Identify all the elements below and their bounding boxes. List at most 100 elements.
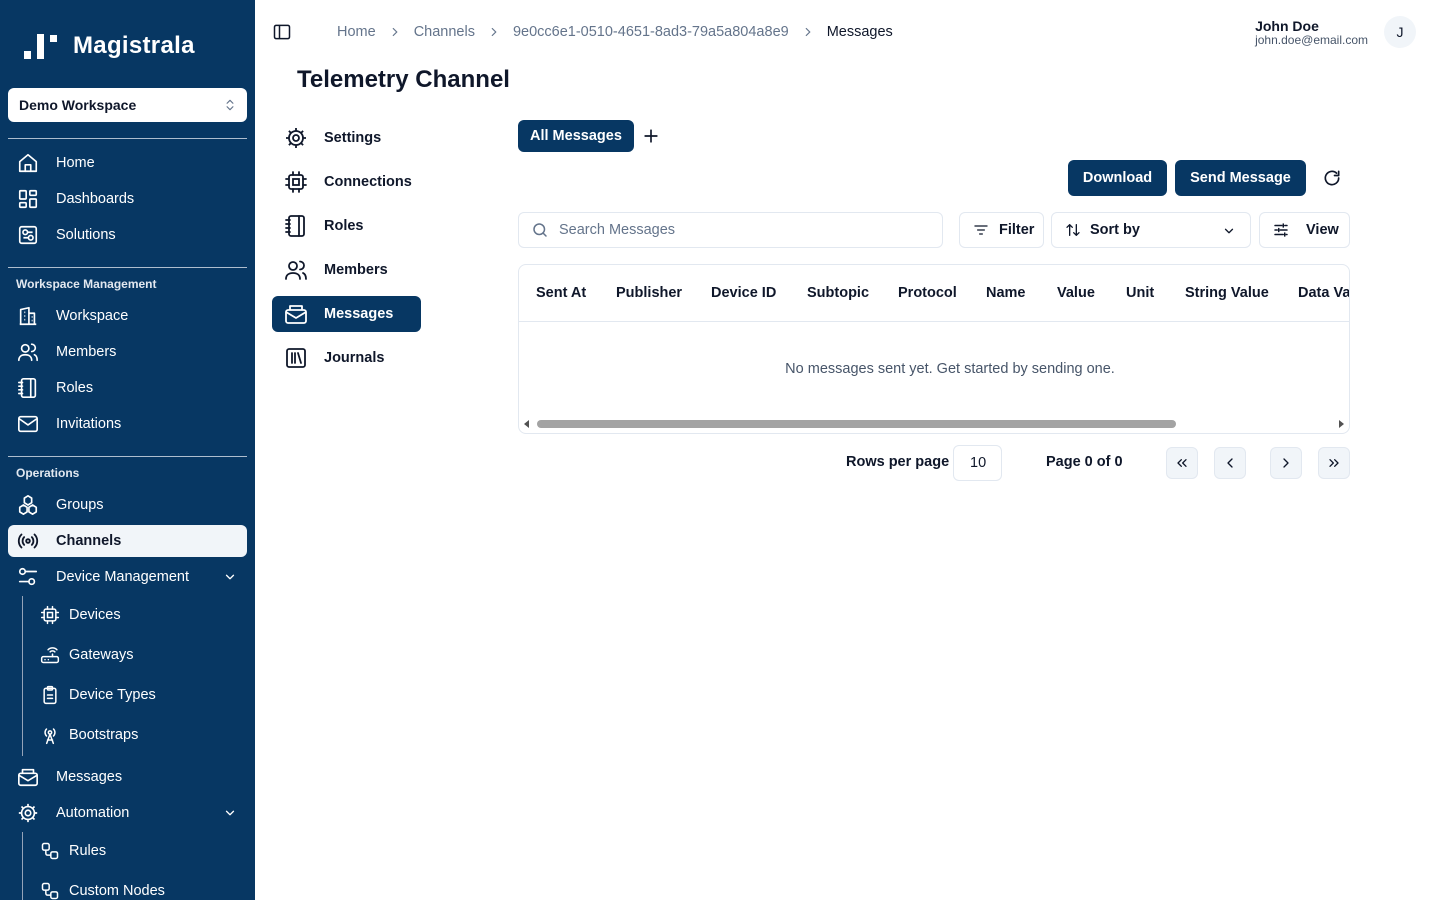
channel-nav-members[interactable]: Members: [272, 252, 421, 288]
chevrons-right-icon: [1326, 455, 1342, 471]
submenu-line: [22, 596, 23, 756]
column-header[interactable]: String Value: [1185, 285, 1269, 301]
cpu-icon: [40, 605, 60, 625]
user-name: John Doe: [1255, 18, 1319, 34]
sidebar-item-members[interactable]: Members: [8, 336, 247, 368]
column-header[interactable]: Device ID: [711, 285, 776, 301]
avatar[interactable]: J: [1384, 16, 1416, 48]
breadcrumb: Home Channels 9e0cc6e1-0510-4651-8ad3-79…: [337, 22, 893, 42]
send-message-button[interactable]: Send Message: [1175, 160, 1306, 196]
chevron-right-icon: [388, 25, 402, 39]
table-header: Sent At Publisher Device ID Subtopic Pro…: [519, 265, 1349, 322]
tab-all-messages[interactable]: All Messages: [518, 120, 634, 152]
sidebar-subitem-custom-nodes[interactable]: Custom Nodes: [32, 875, 247, 900]
arrow-up-down-icon: [1065, 222, 1081, 238]
sidebar-subitem-device-types[interactable]: Device Types: [32, 679, 247, 711]
chevron-left-icon: [1222, 455, 1238, 471]
sidebar-item-label: Workspace: [56, 308, 129, 324]
channel-nav-label: Settings: [324, 130, 382, 146]
channel-nav-messages[interactable]: Messages: [272, 296, 421, 332]
sidebar-subitem-devices[interactable]: Devices: [32, 599, 247, 631]
workspace-selector-label: Demo Workspace: [19, 97, 137, 113]
channel-nav-label: Members: [324, 262, 388, 278]
sidebar-subitem-label: Devices: [69, 607, 121, 623]
sidebar-item-groups[interactable]: Groups: [8, 489, 247, 521]
rows-per-page-select[interactable]: 10: [953, 445, 1002, 481]
last-page-button[interactable]: [1318, 447, 1350, 479]
sidebar-subitem-rules[interactable]: Rules: [32, 835, 247, 867]
first-page-button[interactable]: [1166, 447, 1198, 479]
page-indicator: Page 0 of 0: [1046, 454, 1123, 470]
antenna-icon: [40, 725, 60, 745]
sidebar-item-label: Solutions: [56, 227, 116, 243]
column-header[interactable]: Publisher: [616, 285, 682, 301]
app-logo[interactable]: Magistrala: [24, 30, 195, 62]
channel-nav-label: Connections: [324, 174, 412, 190]
channel-nav-journals[interactable]: Journals: [272, 340, 421, 376]
user-email: john.doe@email.com: [1255, 33, 1368, 47]
next-page-button[interactable]: [1270, 447, 1302, 479]
channel-nav-settings[interactable]: Settings: [272, 120, 421, 156]
sidebar-subitem-gateways[interactable]: Gateways: [32, 639, 247, 671]
sidebar-item-roles[interactable]: Roles: [8, 372, 247, 404]
sidebar-item-invitations[interactable]: Invitations: [8, 408, 247, 440]
sidebar-subitem-label: Device Types: [69, 687, 156, 703]
sidebar-item-dashboards[interactable]: Dashboards: [8, 183, 247, 215]
sidebar-item-solutions[interactable]: Solutions: [8, 219, 247, 251]
column-header[interactable]: Data Va: [1298, 285, 1349, 301]
add-tab-button[interactable]: [641, 126, 661, 146]
column-header[interactable]: Protocol: [898, 285, 957, 301]
cpu-icon: [284, 170, 308, 194]
sidebar: Magistrala Demo Workspace Home Dashboard…: [0, 0, 255, 900]
library-icon: [284, 346, 308, 370]
sidebar-item-label: Home: [56, 155, 95, 171]
sidebar-subitem-label: Custom Nodes: [69, 883, 165, 899]
sidebar-item-channels[interactable]: Channels: [8, 525, 247, 557]
breadcrumb-home[interactable]: Home: [337, 24, 376, 40]
column-header[interactable]: Name: [986, 285, 1026, 301]
column-header[interactable]: Sent At: [536, 285, 586, 301]
breadcrumb-channel-id[interactable]: 9e0cc6e1-0510-4651-8ad3-79a5a804a8e9: [513, 24, 789, 40]
settings-sliders-icon: [1272, 221, 1290, 239]
sidebar-item-device-management[interactable]: Device Management: [8, 561, 247, 593]
search-input[interactable]: [559, 222, 919, 238]
sidebar-item-automation[interactable]: Automation: [8, 797, 247, 829]
channel-nav-roles[interactable]: Roles: [272, 208, 421, 244]
filter-button[interactable]: Filter: [959, 212, 1044, 248]
chevron-right-icon: [487, 25, 501, 39]
sidebar-item-label: Device Management: [56, 569, 189, 585]
sliders-icon: [17, 566, 39, 588]
user-info[interactable]: John Doe john.doe@email.com: [1255, 18, 1368, 46]
previous-page-button[interactable]: [1214, 447, 1246, 479]
filter-label: Filter: [999, 222, 1035, 238]
download-button[interactable]: Download: [1068, 160, 1167, 196]
view-button[interactable]: View: [1259, 212, 1350, 248]
scroll-left-icon: [523, 420, 531, 428]
view-label: View: [1306, 222, 1339, 238]
breadcrumb-channels[interactable]: Channels: [414, 24, 475, 40]
sort-select[interactable]: Sort by: [1051, 212, 1251, 248]
scrollbar-thumb[interactable]: [537, 420, 1176, 428]
scroll-right-icon: [1337, 420, 1345, 428]
column-header[interactable]: Unit: [1126, 285, 1154, 301]
sidebar-subitem-bootstraps[interactable]: Bootstraps: [32, 719, 247, 751]
sidebar-item-home[interactable]: Home: [8, 147, 247, 179]
workflow-icon: [40, 881, 60, 900]
column-header[interactable]: Subtopic: [807, 285, 869, 301]
sidebar-item-label: Members: [56, 344, 117, 360]
channel-nav-label: Journals: [324, 350, 385, 366]
page-title: Telemetry Channel: [297, 66, 510, 93]
sidebar-toggle-button[interactable]: [272, 22, 292, 42]
gear-icon: [284, 126, 308, 150]
column-header[interactable]: Value: [1057, 285, 1095, 301]
horizontal-scrollbar[interactable]: [519, 416, 1349, 432]
workspace-selector[interactable]: Demo Workspace: [8, 88, 247, 122]
sidebar-item-label: Invitations: [56, 416, 122, 432]
channel-nav-connections[interactable]: Connections: [272, 164, 421, 200]
sidebar-item-workspace[interactable]: Workspace: [8, 300, 247, 332]
chevron-down-icon: [223, 570, 237, 584]
radio-icon: [17, 530, 39, 552]
refresh-button[interactable]: [1322, 168, 1342, 188]
channel-nav-label: Roles: [324, 218, 364, 234]
sidebar-item-messages[interactable]: Messages: [8, 761, 247, 793]
